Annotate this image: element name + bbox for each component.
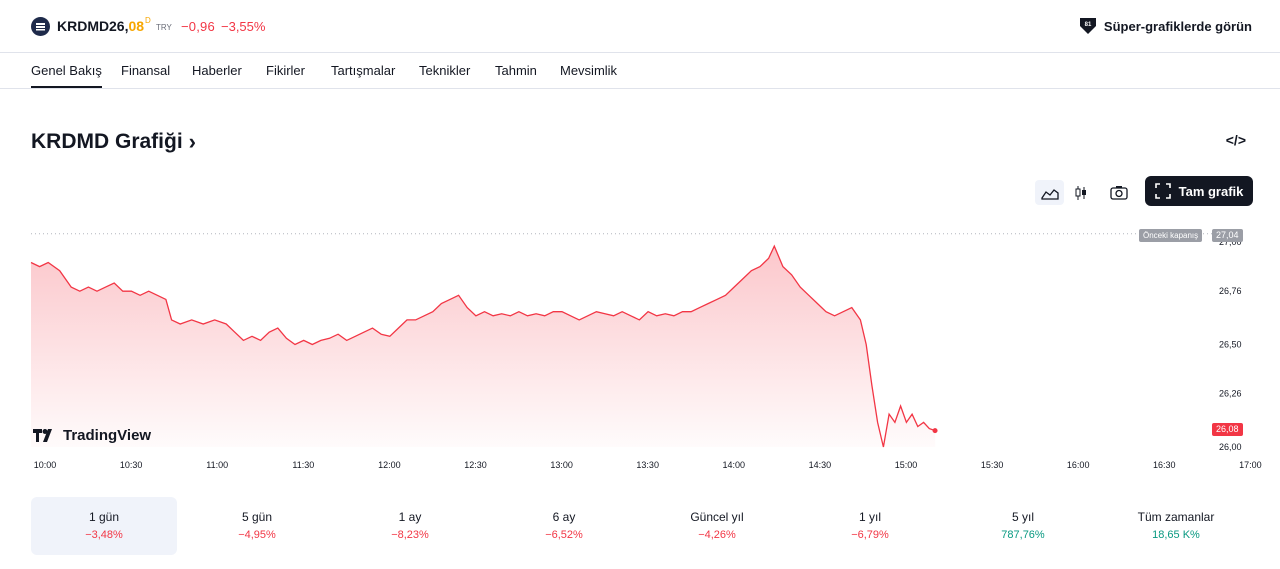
super-charts-link[interactable]: 81 Süper-grafiklerde görün bbox=[1078, 17, 1252, 35]
company-logo-icon bbox=[31, 17, 50, 36]
price-area-fill bbox=[31, 246, 936, 447]
tradingview-logo[interactable]: TradingView bbox=[33, 427, 151, 444]
candles-chart-style-button[interactable] bbox=[1068, 180, 1094, 205]
period-2[interactable]: 1 ay −8,23% bbox=[337, 497, 483, 555]
x-tick-label: 15:30 bbox=[981, 460, 1004, 470]
y-tick-label: 26,76 bbox=[1219, 286, 1242, 296]
previous-close-label: Önceki kapanış bbox=[1139, 229, 1203, 242]
last-price-tag: 26,08 bbox=[1212, 423, 1243, 436]
price-change-percent: −3,55% bbox=[221, 19, 266, 34]
period-change: −8,23% bbox=[391, 529, 429, 541]
x-tick-label: 12:30 bbox=[464, 460, 487, 470]
tab-seasonals[interactable]: Mevsimlik bbox=[560, 63, 617, 78]
period-change: −4,95% bbox=[238, 529, 276, 541]
last-price: 26,08D bbox=[109, 16, 151, 34]
period-change: −6,79% bbox=[851, 529, 889, 541]
currency-label: TRY bbox=[156, 23, 172, 32]
period-label: 1 yıl bbox=[858, 510, 881, 524]
period-change: −3,48% bbox=[85, 529, 123, 541]
tab-forecast[interactable]: Tahmin bbox=[495, 63, 537, 78]
period-label: 5 yıl bbox=[1011, 510, 1034, 524]
chevron-right-icon: › bbox=[188, 129, 196, 154]
super-charts-icon: 81 bbox=[1079, 18, 1096, 34]
fullscreen-icon bbox=[1154, 183, 1171, 199]
y-tick-label: 26,50 bbox=[1219, 340, 1242, 350]
chart-title: KRDMD Grafiği bbox=[31, 130, 183, 153]
svg-text:81: 81 bbox=[1085, 22, 1092, 28]
tab-news[interactable]: Haberler bbox=[192, 63, 242, 78]
tab-ideas[interactable]: Fikirler bbox=[266, 63, 305, 78]
x-tick-label: 13:00 bbox=[550, 460, 573, 470]
period-label: Tüm zamanlar bbox=[1137, 510, 1215, 524]
period-4[interactable]: Güncel yıl −4,26% bbox=[644, 497, 790, 555]
period-1[interactable]: 5 gün −4,95% bbox=[184, 497, 330, 555]
period-change: 787,76% bbox=[1001, 529, 1045, 541]
period-label: 5 gün bbox=[241, 510, 273, 524]
period-6[interactable]: 5 yıl 787,76% bbox=[950, 497, 1096, 555]
camera-icon bbox=[1110, 186, 1128, 200]
price-change: −0,96 bbox=[181, 19, 215, 34]
x-tick-label: 12:00 bbox=[378, 460, 401, 470]
full-chart-button[interactable]: Tam grafik bbox=[1145, 176, 1253, 206]
period-5[interactable]: 1 yıl −6,79% bbox=[797, 497, 943, 555]
y-tick-label: 26,00 bbox=[1219, 442, 1242, 452]
full-chart-label: Tam grafik bbox=[1178, 183, 1244, 199]
chart-title-link[interactable]: KRDMD Grafiği › bbox=[31, 129, 196, 155]
snapshot-button[interactable] bbox=[1106, 180, 1132, 205]
x-tick-label: 14:00 bbox=[723, 460, 746, 470]
tab-overview[interactable]: Genel Bakış bbox=[31, 63, 102, 88]
x-tick-label: 15:00 bbox=[895, 460, 918, 470]
y-tick-label: 26,26 bbox=[1219, 389, 1242, 399]
period-label: Güncel yıl bbox=[690, 510, 744, 524]
price-chart[interactable]: 27,0026,7626,5026,2626,0010:00 10:30 11:00… bbox=[0, 225, 1280, 475]
x-tick-label: 14:30 bbox=[809, 460, 832, 470]
x-tick-label: 11:30 bbox=[292, 460, 314, 470]
period-label: 6 ay bbox=[552, 510, 576, 524]
tradingview-logo-text: TradingView bbox=[63, 427, 152, 444]
previous-close-value: 27,04 bbox=[1212, 229, 1243, 242]
period-3[interactable]: 6 ay −6,52% bbox=[491, 497, 637, 555]
area-chart-style-button[interactable] bbox=[1035, 180, 1064, 205]
tab-technicals[interactable]: Teknikler bbox=[419, 63, 470, 78]
x-tick-label: 16:00 bbox=[1067, 460, 1090, 470]
x-tick-label: 16:30 bbox=[1153, 460, 1176, 470]
tab-financials[interactable]: Finansal bbox=[121, 63, 170, 78]
area-chart-icon bbox=[1040, 188, 1059, 200]
x-tick-label: 10:00 bbox=[34, 460, 57, 470]
candlestick-icon bbox=[1075, 185, 1086, 200]
embed-code-icon[interactable]: </> bbox=[1226, 132, 1246, 148]
tab-bar: Genel Bakış Finansal Haberler Fikirler T… bbox=[0, 52, 1280, 89]
period-label: 1 ay bbox=[398, 510, 422, 524]
period-0[interactable]: 1 gün −3,48% bbox=[31, 497, 177, 555]
period-7[interactable]: Tüm zamanlar 18,65 K% bbox=[1103, 497, 1249, 555]
period-change: −6,52% bbox=[545, 529, 583, 541]
ticker-symbol: KRDMD bbox=[57, 18, 110, 34]
tab-discussions[interactable]: Tartışmalar bbox=[331, 63, 395, 78]
x-tick-label: 17:00 bbox=[1239, 460, 1262, 470]
x-tick-label: 13:30 bbox=[636, 460, 659, 470]
tradingview-logo-icon bbox=[33, 429, 52, 442]
period-change: 18,65 K% bbox=[1152, 529, 1200, 541]
performance-periods: 1 gün −3,48% 5 gün −4,95% 1 ay −8,23% 6 ay −6,5… bbox=[31, 497, 1257, 555]
x-tick-label: 10:30 bbox=[120, 460, 143, 470]
symbol-header: KRDMD 26,08D TRY −0,96 −3,55% 81 Süper-g… bbox=[0, 0, 1280, 53]
period-change: −4,26% bbox=[698, 529, 736, 541]
price-delay-marker: D bbox=[145, 16, 151, 25]
period-label: 1 gün bbox=[88, 510, 120, 524]
last-price-dot bbox=[932, 428, 938, 434]
super-charts-label: Süper-grafiklerde görün bbox=[1103, 18, 1252, 34]
x-tick-label: 11:00 bbox=[206, 460, 228, 470]
